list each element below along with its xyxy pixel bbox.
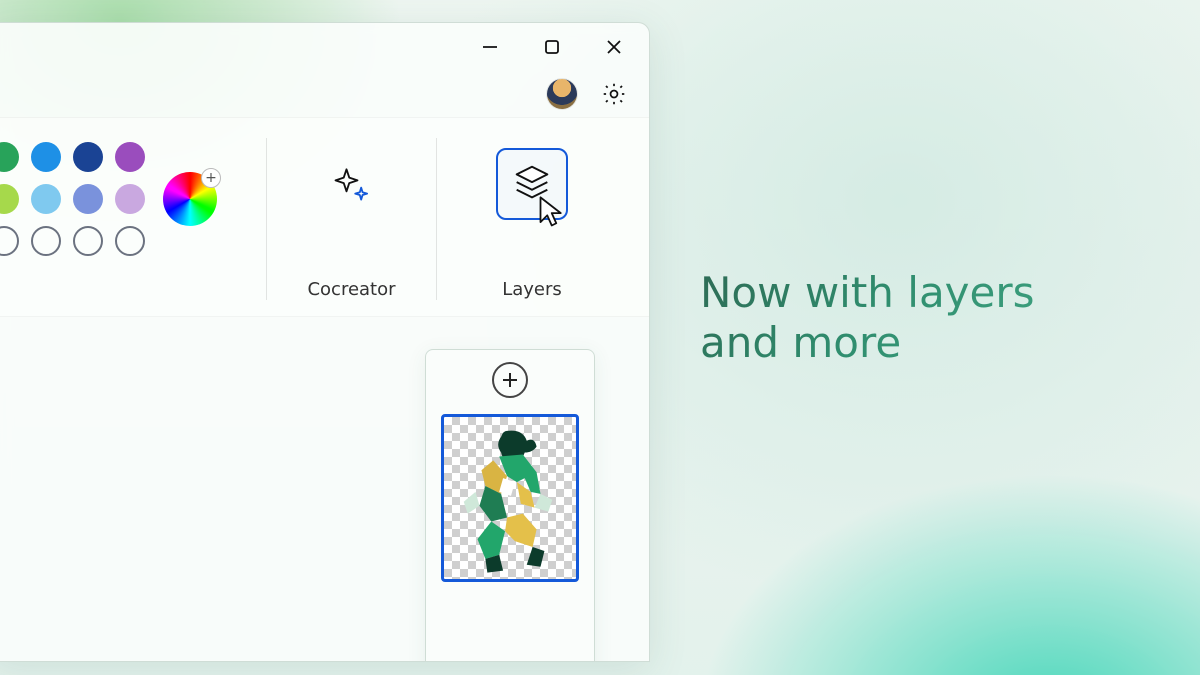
close-icon [605, 38, 623, 56]
color-swatch[interactable] [115, 142, 145, 172]
color-swatch-empty[interactable] [115, 226, 145, 256]
color-picker-button[interactable]: + [163, 172, 217, 226]
maximize-button[interactable] [525, 27, 579, 67]
layers-stack-icon [509, 161, 555, 207]
avatar-icon [547, 79, 577, 109]
color-swatch[interactable] [31, 184, 61, 214]
color-swatch[interactable] [31, 142, 61, 172]
promo-line-2: and more [700, 318, 1140, 368]
color-swatch-empty[interactable] [0, 226, 19, 256]
color-swatch[interactable] [73, 184, 103, 214]
layers-group: Layers [437, 138, 627, 300]
layer-thumbnail[interactable] [441, 414, 579, 582]
paint-app-window: + Cocreator [0, 22, 650, 662]
gear-icon [601, 81, 627, 107]
color-swatch[interactable] [0, 142, 19, 172]
maximize-icon [543, 38, 561, 56]
cocreator-group: Cocreator [267, 138, 437, 300]
layers-button[interactable] [496, 148, 568, 220]
account-avatar-button[interactable] [547, 79, 577, 109]
color-swatch[interactable] [0, 184, 19, 214]
settings-button[interactable] [599, 79, 629, 109]
color-swatch-empty[interactable] [31, 226, 61, 256]
color-swatch[interactable] [73, 142, 103, 172]
close-button[interactable] [587, 27, 641, 67]
promo-line-1: Now with layers [700, 268, 1140, 318]
add-layer-button[interactable] [492, 362, 528, 398]
layer-art-icon [446, 423, 574, 581]
cocreator-label: Cocreator [307, 279, 395, 300]
account-bar [0, 71, 649, 117]
colors-group: + [0, 138, 267, 300]
promo-headline: Now with layers and more [700, 268, 1140, 369]
plus-icon [500, 370, 520, 390]
cocreator-button[interactable] [316, 148, 388, 220]
ribbon: + Cocreator [0, 117, 649, 317]
sparkle-icon [330, 162, 374, 206]
layers-label: Layers [502, 279, 562, 300]
minimize-icon [481, 38, 499, 56]
color-swatches [0, 142, 149, 260]
minimize-button[interactable] [463, 27, 517, 67]
color-swatch-empty[interactable] [73, 226, 103, 256]
color-swatch[interactable] [115, 184, 145, 214]
layers-panel [425, 349, 595, 662]
plus-icon: + [201, 168, 221, 188]
titlebar [0, 23, 649, 71]
